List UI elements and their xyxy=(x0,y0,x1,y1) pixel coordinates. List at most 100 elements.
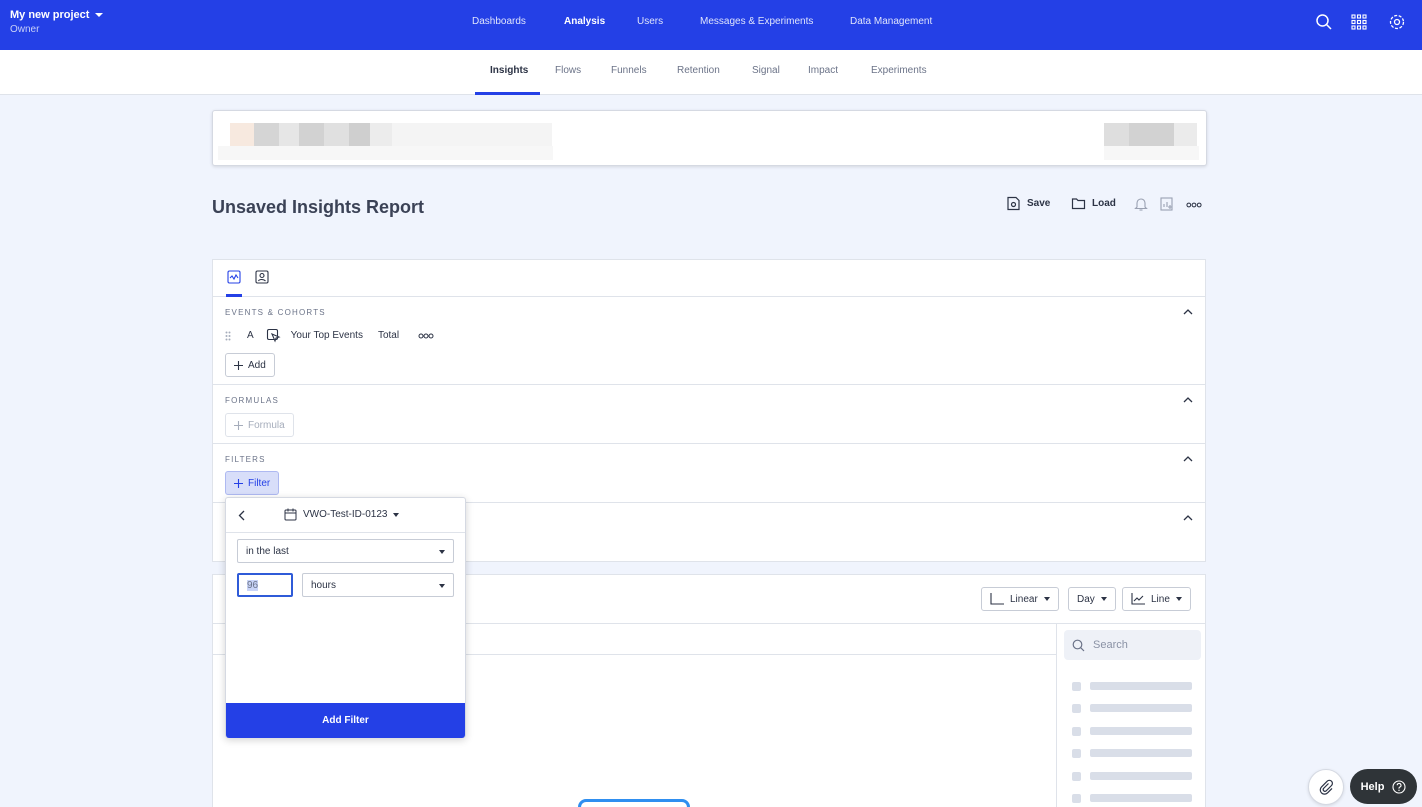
legend-search-placeholder: Search xyxy=(1093,639,1128,651)
unit-value: hours xyxy=(311,579,337,591)
interval-value: Day xyxy=(1077,593,1095,605)
blurred-block xyxy=(1174,123,1197,146)
more-options-icon[interactable] xyxy=(1186,197,1202,213)
plus-icon xyxy=(234,478,243,488)
paperclip-icon xyxy=(1319,779,1333,795)
chart-type-value: Line xyxy=(1151,593,1170,605)
nav-messages-experiments[interactable]: Messages & Experiments xyxy=(700,16,813,27)
chevron-up-icon[interactable] xyxy=(1183,513,1193,523)
events-mode-icon[interactable] xyxy=(227,270,241,284)
skeleton-line xyxy=(1090,772,1192,780)
add-event-button[interactable]: Add xyxy=(225,353,275,377)
project-switcher[interactable]: My new project Owner xyxy=(10,9,104,35)
tab-experiments[interactable]: Experiments xyxy=(871,65,927,76)
drag-handle-icon[interactable] xyxy=(225,331,231,341)
search-icon[interactable] xyxy=(1315,13,1333,31)
help-label: Help xyxy=(1360,780,1385,793)
duration-input[interactable]: 96 xyxy=(237,573,293,597)
help-button[interactable]: Help xyxy=(1350,769,1417,804)
add-formula-button[interactable]: Formula xyxy=(225,413,294,437)
add-filter-trigger[interactable]: Filter xyxy=(225,471,280,495)
tab-impact[interactable]: Impact xyxy=(808,65,838,76)
skeleton-checkbox xyxy=(1072,794,1081,803)
blurred-block xyxy=(218,146,553,160)
tab-flows[interactable]: Flows xyxy=(555,65,581,76)
save-button[interactable]: Save xyxy=(1006,196,1050,211)
nav-users[interactable]: Users xyxy=(637,16,663,27)
property-name: VWO-Test-ID-0123 xyxy=(303,509,388,520)
nav-data-management[interactable]: Data Management xyxy=(850,16,932,27)
top-bar: My new project Owner Dashboards Analysis… xyxy=(0,0,1422,50)
users-mode-icon[interactable] xyxy=(255,270,269,284)
chevron-up-icon[interactable] xyxy=(1183,454,1193,464)
section-title: FILTERS xyxy=(225,455,266,464)
skeleton-checkbox xyxy=(1072,682,1081,691)
apps-grid-icon[interactable] xyxy=(1350,13,1368,31)
skeleton-line xyxy=(1090,682,1192,690)
loading-indicator xyxy=(578,799,690,807)
event-options-icon[interactable] xyxy=(418,332,434,340)
interval-dropdown[interactable]: Day xyxy=(1068,587,1116,611)
project-role: Owner xyxy=(10,24,40,35)
event-letter: A xyxy=(247,330,254,341)
question-icon xyxy=(1392,779,1406,794)
caret-down-icon xyxy=(393,512,400,517)
popover-header: VWO-Test-ID-0123 xyxy=(226,498,465,533)
measure-selector[interactable]: Total xyxy=(378,330,399,341)
blurred-block xyxy=(1129,123,1174,146)
nav-dashboards[interactable]: Dashboards xyxy=(472,16,526,27)
blurred-block xyxy=(254,123,279,146)
skeleton-line xyxy=(1090,704,1192,712)
chevron-up-icon[interactable] xyxy=(1183,395,1193,405)
skeleton-line xyxy=(1090,794,1192,802)
tab-insights[interactable]: Insights xyxy=(490,65,528,76)
top-events-icon xyxy=(266,328,281,343)
tab-funnels[interactable]: Funnels xyxy=(611,65,647,76)
scale-dropdown[interactable]: Linear xyxy=(981,587,1059,611)
calendar-icon xyxy=(284,508,297,521)
formulas-section: FORMULAS Formula xyxy=(213,385,1205,444)
unit-select[interactable]: hours xyxy=(302,573,454,597)
blurred-block xyxy=(392,123,552,146)
chart-type-dropdown[interactable]: Line xyxy=(1122,587,1191,611)
load-button[interactable]: Load xyxy=(1071,196,1116,211)
project-name: My new project xyxy=(10,9,90,21)
duration-value: 96 xyxy=(247,579,259,591)
filter-popover: VWO-Test-ID-0123 in the last 96 hours Ad… xyxy=(225,497,466,738)
gear-icon[interactable] xyxy=(1388,13,1406,31)
add-to-dashboard-icon[interactable] xyxy=(1159,196,1175,212)
query-mode-tabs xyxy=(213,260,1205,297)
attachment-button[interactable] xyxy=(1308,769,1344,805)
legend-search-input[interactable]: Search xyxy=(1064,630,1201,660)
add-filter-button[interactable]: Add Filter xyxy=(226,703,465,738)
plus-icon xyxy=(234,420,243,430)
load-label: Load xyxy=(1092,198,1116,209)
skeleton-checkbox xyxy=(1072,772,1081,781)
add-formula-label: Formula xyxy=(248,419,285,431)
caret-down-icon xyxy=(1043,597,1050,601)
bell-icon[interactable] xyxy=(1133,196,1149,212)
blurred-banner xyxy=(212,110,1207,166)
section-title: FORMULAS xyxy=(225,396,280,405)
caret-down-icon xyxy=(1175,597,1182,601)
blurred-block xyxy=(1104,146,1199,160)
active-tab-indicator xyxy=(475,92,540,95)
property-selector[interactable]: VWO-Test-ID-0123 xyxy=(284,508,400,521)
add-filter-label: Filter xyxy=(248,477,271,489)
event-selector[interactable]: Your Top Events xyxy=(291,330,363,341)
chevron-up-icon[interactable] xyxy=(1183,307,1193,317)
tab-retention[interactable]: Retention xyxy=(677,65,720,76)
blurred-block xyxy=(324,123,349,146)
operator-select[interactable]: in the last xyxy=(237,539,454,563)
filters-section: FILTERS Filter xyxy=(213,444,1205,503)
tab-signal[interactable]: Signal xyxy=(752,65,780,76)
skeleton-checkbox xyxy=(1072,727,1081,736)
search-icon xyxy=(1072,639,1085,651)
back-arrow-icon[interactable] xyxy=(238,510,246,521)
linear-axis-icon xyxy=(990,593,1004,605)
plus-icon xyxy=(234,360,243,370)
report-title: Unsaved Insights Report xyxy=(212,197,425,217)
skeleton-line xyxy=(1090,749,1192,757)
nav-analysis[interactable]: Analysis xyxy=(564,16,605,27)
skeleton-checkbox xyxy=(1072,749,1081,758)
